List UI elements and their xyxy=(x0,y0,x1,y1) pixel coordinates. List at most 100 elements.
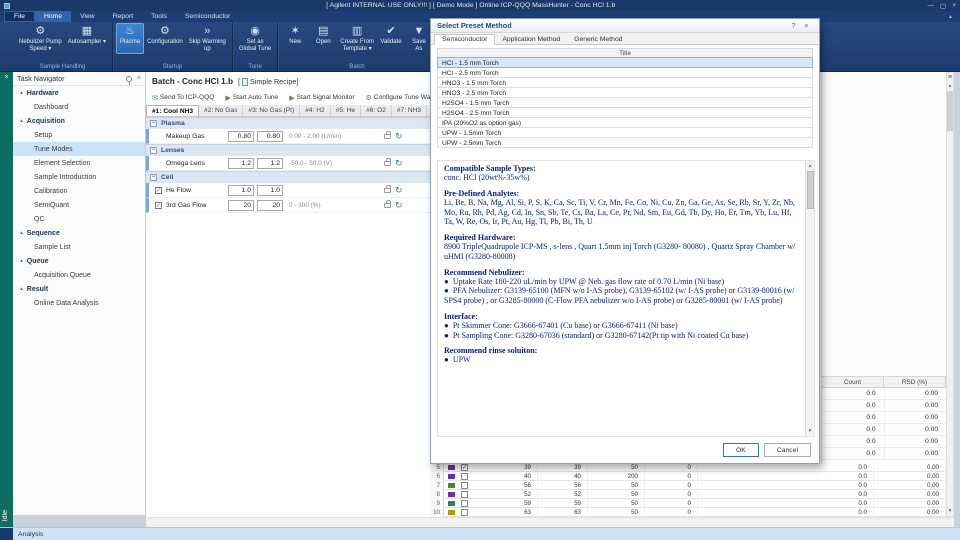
sidebar-item[interactable]: ▴ Queue xyxy=(13,254,145,268)
ribbon-button[interactable]: ◉ Set as Global Tune xyxy=(236,23,274,54)
sidebar-item[interactable]: ▴ Calibration xyxy=(13,184,145,198)
parameter-value-input[interactable]: 0.80 xyxy=(228,130,254,142)
ribbon-button[interactable]: » Skip Warming up xyxy=(186,23,229,54)
ribbon-button[interactable]: ▼ Save As xyxy=(405,23,433,54)
parameter-value-input[interactable]: 1.2 xyxy=(228,157,254,169)
ribbon-button[interactable]: ⚙ Configuration xyxy=(144,23,186,54)
refresh-icon[interactable]: ↻ xyxy=(395,185,403,196)
description-scrollbar[interactable]: ▲ ▼ xyxy=(805,161,814,436)
sidebar-item[interactable]: ▴ Sequence xyxy=(13,226,145,240)
rsd-value: 0.00 xyxy=(874,489,946,499)
element-checkbox[interactable] xyxy=(461,508,468,516)
dialog-tab[interactable]: Generic Method xyxy=(567,35,629,44)
element-checkbox[interactable] xyxy=(461,490,468,498)
section-header-lenses[interactable]: − Lenses xyxy=(146,144,430,156)
sidebar-item[interactable]: ▴ Dashboard xyxy=(13,100,145,114)
tune-mode-tab[interactable]: #5: He xyxy=(331,105,362,116)
parameter-value-input[interactable]: 20 xyxy=(228,199,254,211)
ribbon-button[interactable]: ✶ New xyxy=(281,23,309,54)
collapse-icon[interactable]: − xyxy=(150,174,157,181)
section-title: Lenses xyxy=(161,147,185,154)
refresh-icon[interactable]: ↻ xyxy=(395,131,403,142)
ribbon-button-label: Set as Global Tune xyxy=(238,39,272,53)
sidebar-item[interactable]: ▴ Sample Introduction xyxy=(13,170,145,184)
dialog-tab[interactable]: Semiconductor xyxy=(434,34,496,45)
scrollbar-thumb[interactable] xyxy=(806,171,814,209)
maximize-icon[interactable]: ▢ xyxy=(940,2,946,10)
ribbon-button[interactable]: ▥ Create From Template ▾ xyxy=(337,23,377,54)
ribbon-tab[interactable]: Semiconductor xyxy=(176,11,239,22)
ribbon-button[interactable]: ▤ Open xyxy=(309,23,337,54)
ribbon-tab[interactable]: Tools xyxy=(142,11,176,22)
toolbar-action[interactable]: ⚙ Configure Tune Way xyxy=(366,94,434,102)
preset-method-row[interactable]: HCl - 1.5 mm Torch xyxy=(437,57,813,68)
tune-mode-tab[interactable]: #7: NH3 xyxy=(392,105,428,116)
toolbar-action[interactable]: ▶ Start Signal Monitor xyxy=(289,94,354,102)
collapse-icon[interactable]: − xyxy=(150,147,157,154)
section-header-cell[interactable]: − Cell xyxy=(146,171,430,183)
dialog-close-icon[interactable]: × xyxy=(800,21,813,30)
parameter-current-input[interactable]: 1.0 xyxy=(257,184,283,196)
vertical-scrollbar[interactable]: ≡ ▲ ▼ xyxy=(946,72,954,517)
pin-icon[interactable] xyxy=(125,75,132,85)
strip-close-icon[interactable]: × xyxy=(0,74,13,81)
toolbar-action[interactable]: ✉ Send To ICP-QQQ xyxy=(152,94,214,102)
sidebar-item[interactable]: ▴ SemiQuant xyxy=(13,198,145,212)
sidebar-item[interactable]: ▴ Hardware xyxy=(13,86,145,100)
sidebar-item[interactable]: ▴ Acquisition Queue xyxy=(13,268,145,282)
scroll-up-icon[interactable]: ▲ xyxy=(948,83,953,89)
ribbon-tab[interactable]: Home xyxy=(34,11,72,22)
ok-button[interactable]: OK xyxy=(723,443,759,457)
sidebar-item[interactable]: ▴ Result xyxy=(13,282,145,296)
tune-mode-tab[interactable]: #3: No Gas (Pt) xyxy=(243,105,301,116)
collapse-icon[interactable]: − xyxy=(150,120,157,127)
parameter-current-input[interactable]: 0.80 xyxy=(257,130,283,142)
sidebar-item[interactable]: ▴ QC xyxy=(13,212,145,226)
scrollbar-thumb[interactable] xyxy=(947,91,953,131)
scroll-down-icon[interactable]: ▼ xyxy=(808,428,813,434)
element-checkbox[interactable] xyxy=(461,481,468,489)
toolbar-action[interactable]: ▶ Start Auto Tune xyxy=(225,94,278,102)
sidebar-item[interactable]: ▴ Sample List xyxy=(13,240,145,254)
close-icon[interactable]: × xyxy=(952,2,956,10)
ribbon-button[interactable]: ⚙ Nebulizer Pump Speed ▾ xyxy=(16,23,65,54)
ribbon-tab[interactable]: View xyxy=(71,11,104,22)
section-header-plasma[interactable]: − Plasma xyxy=(146,117,430,129)
tune-mode-tab[interactable]: #1: Cool NH3 xyxy=(146,105,200,116)
sidebar-item[interactable]: ▴ Element Selection xyxy=(13,156,145,170)
parameter-checkbox[interactable] xyxy=(155,201,162,209)
parameter-value-input[interactable]: 1.0 xyxy=(228,184,254,196)
element-checkbox[interactable] xyxy=(461,499,468,507)
minimize-icon[interactable]: — xyxy=(928,2,935,10)
help-icon[interactable]: ? xyxy=(787,21,800,30)
task-navigator-close-icon[interactable]: × xyxy=(137,75,141,82)
horizontal-scroll-area[interactable] xyxy=(146,517,954,527)
rsd-value: 0.00 xyxy=(885,436,947,447)
ribbon-tab[interactable]: Report xyxy=(104,11,142,22)
refresh-icon[interactable]: ↻ xyxy=(395,158,403,169)
ribbon-collapse-icon[interactable]: ▴ xyxy=(941,11,960,22)
preset-method-row[interactable]: UPW - 2.5mm Torch xyxy=(437,137,813,148)
scroll-up-icon[interactable]: ▲ xyxy=(808,163,813,169)
sidebar-item[interactable]: ▴ Tune Modes xyxy=(13,142,145,156)
sidebar-item[interactable]: ▴ Online Data Analysis xyxy=(13,296,145,310)
parameter-current-input[interactable]: 20 xyxy=(257,199,283,211)
scroll-down-icon[interactable]: ▼ xyxy=(948,508,953,514)
dialog-tab[interactable]: Application Method xyxy=(495,35,567,44)
tune-mode-tab[interactable]: #4: H2 xyxy=(300,105,331,116)
hamburger-menu-icon[interactable]: ≡ xyxy=(948,74,952,81)
sidebar-item[interactable]: ▴ Setup xyxy=(13,128,145,142)
tune-mode-tab[interactable]: #2: No Gas xyxy=(199,105,244,116)
parameter-current-input[interactable]: 1.2 xyxy=(257,157,283,169)
element-checkbox[interactable] xyxy=(461,472,468,480)
refresh-icon[interactable]: ↻ xyxy=(395,200,403,211)
ribbon-button[interactable]: ♨ Plasma xyxy=(116,23,145,55)
ribbon-button[interactable]: ▦ Autosampler ▾ xyxy=(65,23,109,54)
ribbon-tab[interactable]: File xyxy=(4,11,35,22)
parameter-checkbox[interactable] xyxy=(155,186,162,194)
element-checkbox[interactable] xyxy=(461,463,468,471)
tune-mode-tab[interactable]: #6: O2 xyxy=(361,105,392,116)
sidebar-item[interactable]: ▴ Acquisition xyxy=(13,114,145,128)
ribbon-button[interactable]: ✔ Validate xyxy=(377,23,405,54)
cancel-button[interactable]: Cancel xyxy=(763,443,811,457)
